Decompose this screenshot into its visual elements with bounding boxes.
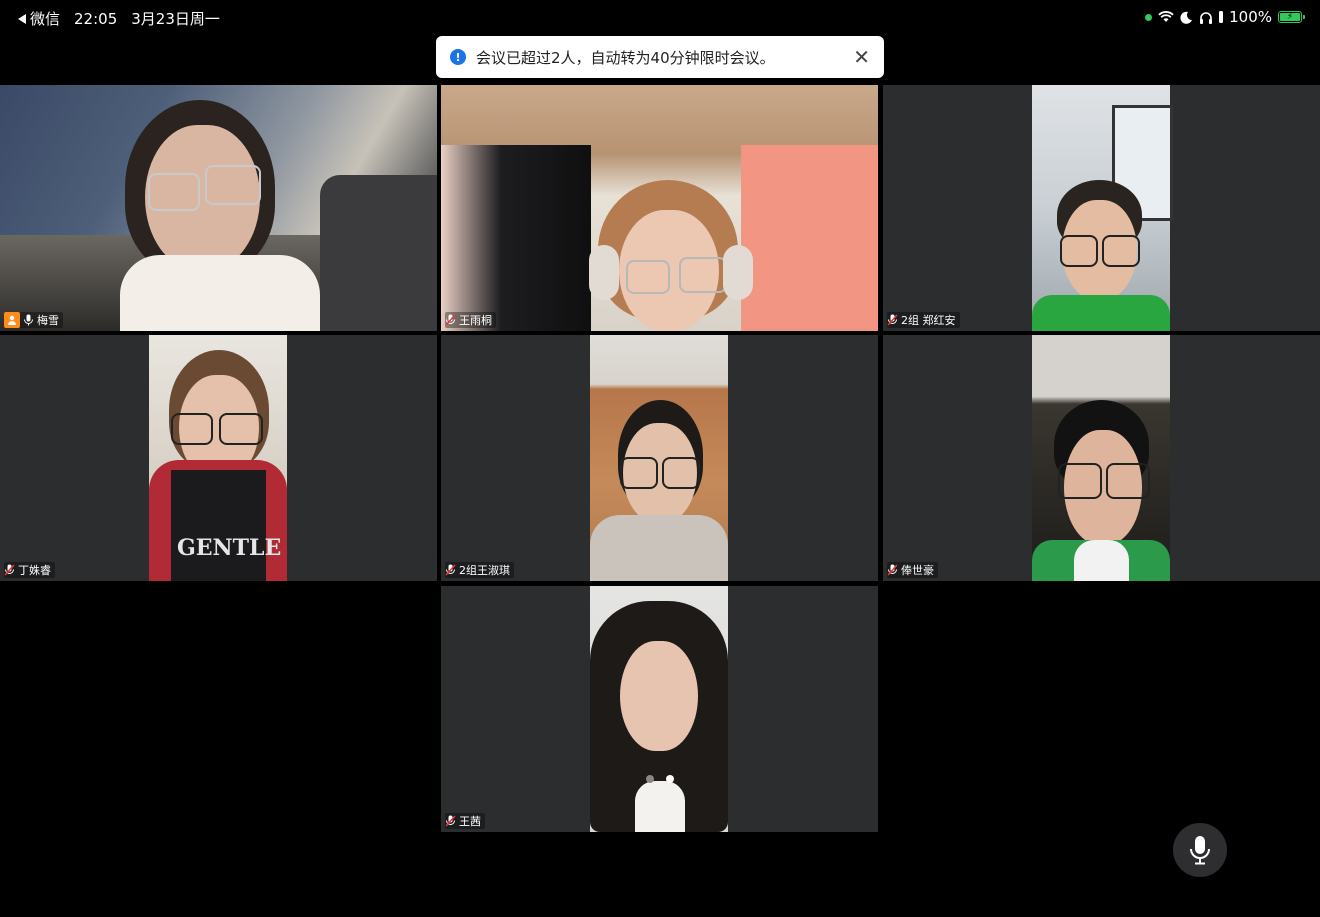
video-tile[interactable]: 王雨桐	[441, 85, 878, 331]
microphone-icon	[23, 314, 34, 326]
participant-label: 2组 郑红安	[887, 312, 960, 328]
participant-video: GENTLE	[149, 335, 287, 581]
battery-icon: ⚡	[1278, 11, 1305, 23]
video-tile[interactable]: GENTLE 丁姝睿	[0, 335, 437, 581]
microphone-muted-icon	[445, 564, 456, 576]
microphone-muted-icon	[445, 314, 456, 326]
participant-name: 梅雪	[37, 314, 59, 327]
date: 3月23日周一	[131, 10, 220, 28]
participant-name: 俸世豪	[901, 564, 934, 577]
participant-video	[1032, 335, 1170, 581]
page-dot-active[interactable]	[666, 775, 674, 783]
battery-percent: 100%	[1229, 8, 1272, 26]
video-tile[interactable]: 梅雪	[0, 85, 437, 331]
participant-video	[1032, 85, 1173, 331]
participant-label: 王茜	[445, 813, 485, 829]
close-icon[interactable]: ✕	[853, 47, 870, 67]
notification-toast: ! 会议已超过2人，自动转为40分钟限时会议。 ✕	[436, 36, 884, 78]
participant-video	[441, 85, 878, 331]
participant-video	[0, 85, 437, 331]
page-dot[interactable]	[646, 775, 654, 783]
back-arrow-icon	[18, 13, 26, 24]
microphone-muted-icon	[887, 314, 898, 326]
video-tile[interactable]: 王茜	[441, 586, 878, 832]
microphone-muted-icon	[445, 815, 456, 827]
participant-label: 2组王淑琪	[445, 562, 514, 578]
host-badge-icon	[4, 312, 20, 328]
participant-name: 王雨桐	[459, 314, 492, 327]
headphones-icon	[1200, 11, 1213, 24]
microphone-muted-icon	[4, 564, 15, 576]
participant-label: 梅雪	[4, 312, 63, 328]
back-to-wechat[interactable]: 微信	[18, 8, 60, 29]
microphone-muted-icon	[887, 564, 898, 576]
video-tile[interactable]: 2组 郑红安	[883, 85, 1320, 331]
participant-label: 王雨桐	[445, 312, 496, 328]
participant-video	[590, 586, 728, 832]
participant-name: 2组 郑红安	[901, 314, 956, 327]
participant-label: 俸世豪	[887, 562, 938, 578]
participant-label: 丁姝睿	[4, 562, 55, 578]
video-tile[interactable]: 2组王淑琪	[441, 335, 878, 581]
moon-icon	[1180, 11, 1193, 24]
clock: 22:05	[74, 9, 118, 28]
microphone-icon	[1190, 836, 1210, 865]
video-tile[interactable]: 俸世豪	[883, 335, 1320, 581]
back-label: 微信	[30, 10, 61, 28]
info-icon: !	[450, 49, 466, 65]
microphone-toggle-button[interactable]	[1173, 823, 1227, 877]
headphone-battery-icon	[1219, 11, 1224, 23]
participant-name: 丁姝睿	[18, 564, 51, 577]
participant-name: 2组王淑琪	[459, 564, 510, 577]
toast-message: 会议已超过2人，自动转为40分钟限时会议。	[476, 48, 775, 67]
page-indicator[interactable]	[646, 775, 674, 783]
camera-in-use-icon	[1145, 13, 1153, 21]
participant-video	[590, 335, 728, 581]
status-bar: 微信 22:05 3月23日周一 100% ⚡	[0, 0, 1320, 36]
wifi-icon	[1158, 11, 1174, 22]
participant-name: 王茜	[459, 815, 481, 828]
